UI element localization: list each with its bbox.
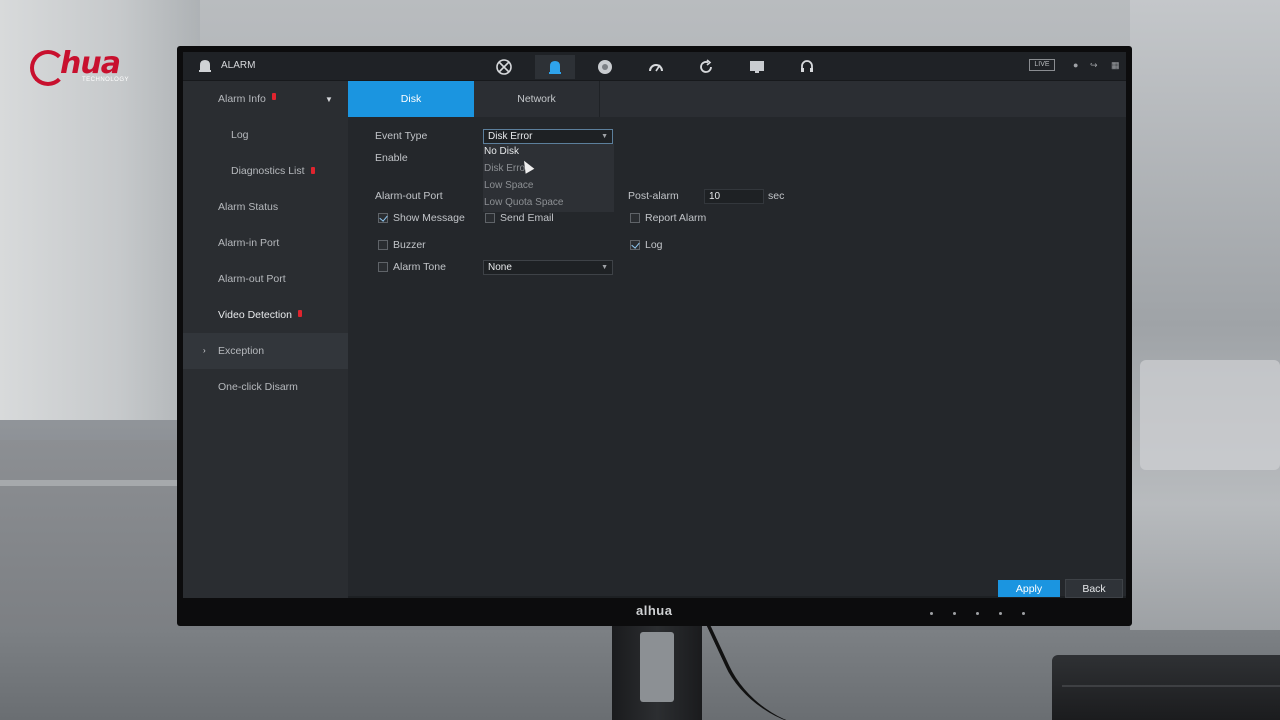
dropdown-option[interactable]: Low Space (483, 178, 614, 194)
sidebar-item-label: Alarm Info (218, 93, 266, 105)
sidebar-item-label: Diagnostics List (231, 165, 305, 177)
background-object (1140, 360, 1280, 470)
send-email-label: Send Email (500, 212, 554, 224)
bezel-button (1022, 612, 1025, 615)
recorder-device (1052, 655, 1280, 720)
live-button[interactable]: LIVE (1029, 59, 1055, 71)
bezel-logo: alhua (636, 603, 673, 618)
show-message-checkbox[interactable] (378, 213, 388, 223)
network-icon[interactable] (484, 55, 524, 79)
alarm-tone-label: Alarm Tone (393, 261, 446, 273)
event-type-select[interactable]: Disk Error ▼ (483, 129, 613, 144)
top-bar: ALARM LIVE ● ↪ ▦ (183, 52, 1126, 81)
alarm-bell-icon (199, 60, 211, 72)
dropdown-option[interactable]: Disk Error (483, 161, 614, 177)
sidebar-item-label: Alarm-in Port (218, 237, 280, 249)
sidebar-item-alarm-out-port[interactable]: Alarm-out Port (183, 261, 348, 297)
sidebar-item-log[interactable]: Log (183, 117, 348, 153)
alert-badge (272, 93, 276, 100)
user-icon[interactable]: ● (1073, 60, 1078, 70)
monitor-stand-cutout (640, 632, 674, 702)
event-type-value: Disk Error (488, 131, 533, 142)
dvr-screen: ALARM LIVE ● ↪ ▦ Alarm Info ▼ Log Diagno… (183, 52, 1126, 598)
chevron-down-icon: ▼ (325, 95, 333, 104)
bezel-button (953, 612, 956, 615)
sidebar-item-label: Exception (218, 345, 265, 357)
enable-label: Enable (375, 152, 408, 164)
sidebar-item-label: Video Detection (218, 309, 292, 321)
back-button[interactable]: Back (1065, 579, 1123, 598)
brand-wordmark: hua (60, 46, 121, 81)
log-checkbox[interactable] (630, 240, 640, 250)
post-alarm-unit: sec (768, 190, 785, 202)
main-content: Disk Network Event Type Disk Error ▼ Ena… (348, 81, 1126, 598)
sidebar-item-diagnostics-list[interactable]: Diagnostics List (183, 153, 348, 189)
dropdown-option[interactable]: No Disk (483, 144, 614, 160)
logout-icon[interactable]: ↪ (1090, 60, 1098, 71)
sidebar-item-label: Alarm-out Port (218, 273, 286, 285)
report-alarm-checkbox[interactable] (630, 213, 640, 223)
bezel-button (930, 612, 933, 615)
tab-disk[interactable]: Disk (348, 81, 474, 117)
performance-icon[interactable] (636, 55, 676, 79)
alarm-icon[interactable] (535, 55, 575, 79)
info-icon[interactable] (585, 55, 625, 79)
show-message-label: Show Message (393, 212, 465, 224)
buzzer-checkbox[interactable] (378, 240, 388, 250)
sidebar-item-label: One-click Disarm (218, 381, 298, 393)
dropdown-option[interactable]: Low Quota Space (483, 195, 614, 211)
brand-subtitle: TECHNOLOGY (82, 77, 130, 83)
event-type-label: Event Type (375, 130, 428, 142)
bezel-button (999, 612, 1002, 615)
display-icon[interactable] (737, 55, 777, 79)
grid-icon[interactable]: ▦ (1111, 60, 1120, 71)
sidebar-item-alarm-in-port[interactable]: Alarm-in Port (183, 225, 348, 261)
chevron-down-icon: ▼ (601, 133, 608, 140)
alert-badge (298, 310, 302, 317)
send-email-checkbox[interactable] (485, 213, 495, 223)
sidebar-item-alarm-status[interactable]: Alarm Status (183, 189, 348, 225)
refresh-icon[interactable] (686, 55, 726, 79)
sidebar-item-one-click-disarm[interactable]: One-click Disarm (183, 369, 348, 405)
alarm-tone-select[interactable]: None ▼ (483, 260, 613, 275)
support-icon[interactable] (787, 55, 827, 79)
post-alarm-label: Post-alarm (628, 190, 679, 202)
event-type-dropdown: No Disk Disk Error Low Space Low Quota S… (483, 144, 614, 212)
alert-badge (311, 167, 315, 174)
brand-logo: hua TECHNOLOGY (30, 46, 160, 88)
sidebar: Alarm Info ▼ Log Diagnostics List Alarm … (183, 81, 348, 598)
alarm-out-port-label: Alarm-out Port (375, 190, 443, 202)
sidebar-item-video-detection[interactable]: Video Detection (183, 297, 348, 333)
post-alarm-input[interactable]: 10 (704, 189, 764, 204)
sidebar-item-label: Alarm Status (218, 201, 279, 213)
tab-network[interactable]: Network (474, 81, 600, 117)
chevron-right-icon: › (203, 346, 206, 355)
report-alarm-label: Report Alarm (645, 212, 707, 224)
sidebar-item-alarm-info[interactable]: Alarm Info ▼ (183, 81, 348, 117)
sidebar-item-label: Log (231, 129, 249, 141)
chevron-down-icon: ▼ (601, 264, 608, 271)
log-label: Log (645, 239, 663, 251)
alarm-tone-checkbox[interactable] (378, 262, 388, 272)
alarm-tone-value: None (488, 262, 512, 273)
sidebar-item-exception[interactable]: › Exception (183, 333, 348, 369)
bezel-button (976, 612, 979, 615)
page-title: ALARM (221, 60, 256, 71)
buzzer-label: Buzzer (393, 239, 426, 251)
tab-bar: Disk Network (348, 81, 1126, 117)
apply-button[interactable]: Apply (998, 580, 1060, 597)
